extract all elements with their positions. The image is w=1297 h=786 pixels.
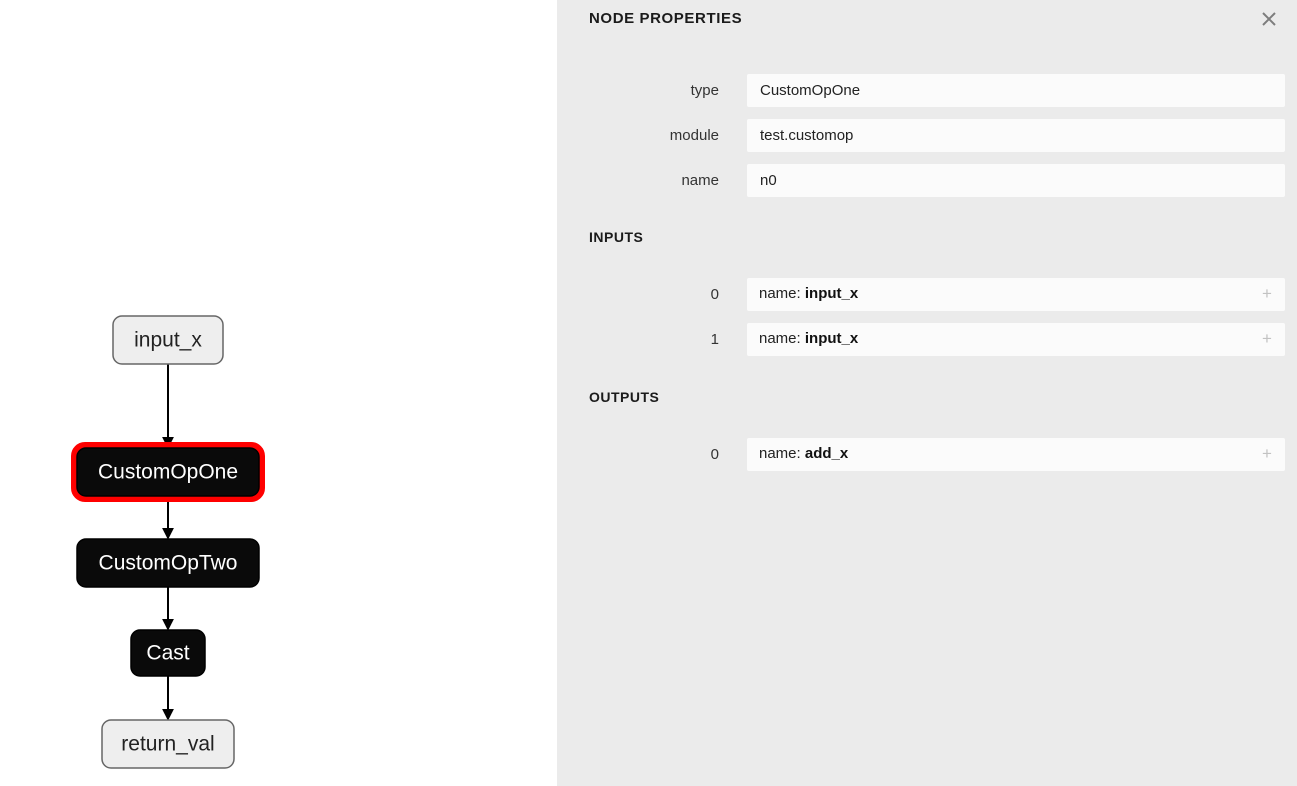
node-label: input_x	[134, 329, 202, 352]
output-argument-index: 0	[710, 446, 719, 463]
input-argument-box[interactable]: name: input_x +	[747, 278, 1285, 311]
node-label: CustomOpTwo	[99, 552, 238, 575]
close-icon	[1262, 12, 1276, 26]
panel-header: NODE PROPERTIES	[557, 0, 1297, 44]
input-argument-index: 0	[710, 286, 719, 303]
attribute-label: type	[690, 82, 719, 99]
graph-svg: input_x CustomOpOne CustomOpTwo Cast return_…	[71, 315, 265, 769]
attribute-row-module: module test.customop	[557, 119, 1297, 152]
graph-node-return_val[interactable]: return_val	[101, 719, 235, 769]
attribute-value[interactable]: n0	[747, 164, 1285, 197]
output-argument-name: name: add_x	[759, 445, 849, 462]
graph-node-customopone[interactable]: CustomOpOne	[71, 442, 265, 502]
close-button[interactable]	[1255, 5, 1283, 33]
attribute-label: module	[669, 127, 719, 144]
outputs-section-header: OUTPUTS	[589, 389, 660, 405]
graph-node-customoptwo[interactable]: CustomOpTwo	[76, 538, 260, 588]
input-argument-name: name: input_x	[759, 330, 859, 347]
input-argument-box[interactable]: name: input_x +	[747, 323, 1285, 356]
input-argument-row: 1 name: input_x +	[557, 323, 1297, 356]
graph-canvas[interactable]: input_x CustomOpOne CustomOpTwo Cast return_…	[0, 0, 557, 786]
node-label: return_val	[121, 733, 214, 756]
attribute-value[interactable]: CustomOpOne	[747, 74, 1285, 107]
attribute-label: name	[681, 172, 719, 189]
output-argument-box[interactable]: name: add_x +	[747, 438, 1285, 471]
input-argument-row: 0 name: input_x +	[557, 278, 1297, 311]
node-properties-panel: NODE PROPERTIES type CustomOpOne module tes…	[557, 0, 1297, 786]
input-argument-index: 1	[710, 331, 719, 348]
expand-plus-icon[interactable]: +	[1259, 323, 1275, 356]
graph-node-cast[interactable]: Cast	[130, 629, 206, 677]
page-title: NODE PROPERTIES	[589, 10, 743, 27]
inputs-section-header: INPUTS	[589, 229, 644, 245]
expand-plus-icon[interactable]: +	[1259, 278, 1275, 311]
expand-plus-icon[interactable]: +	[1259, 438, 1275, 471]
input-argument-name: name: input_x	[759, 285, 859, 302]
attribute-row-type: type CustomOpOne	[557, 74, 1297, 107]
attribute-row-name: name n0	[557, 164, 1297, 197]
output-argument-row: 0 name: add_x +	[557, 438, 1297, 471]
node-label: CustomOpOne	[98, 461, 238, 484]
attribute-value[interactable]: test.customop	[747, 119, 1285, 152]
node-label: Cast	[146, 642, 189, 665]
app-root: input_x CustomOpOne CustomOpTwo Cast return_…	[0, 0, 1297, 786]
graph-node-input_x[interactable]: input_x	[112, 315, 224, 365]
